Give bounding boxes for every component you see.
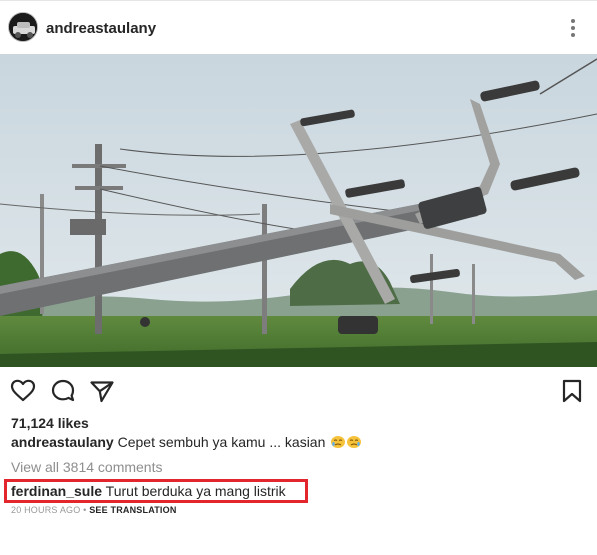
meta-separator: • <box>83 505 87 515</box>
share-icon[interactable] <box>89 378 115 404</box>
comment-item: ferdinan_sule Turut berduka ya mang list… <box>11 483 286 499</box>
bookmark-icon[interactable] <box>559 378 585 404</box>
post-meta: 20 HOURS AGO • SEE TRANSLATION <box>11 505 177 515</box>
post-header: andreastaulany <box>0 0 597 54</box>
post-author-username[interactable]: andreastaulany <box>46 20 156 37</box>
comment-icon[interactable] <box>50 378 76 404</box>
more-vertical-icon[interactable] <box>563 15 583 41</box>
comment-username[interactable]: ferdinan_sule <box>11 483 102 499</box>
view-all-comments-link[interactable]: View all 3814 comments <box>11 459 162 475</box>
crying-face-icon <box>331 436 346 448</box>
post-photo[interactable] <box>0 54 597 367</box>
like-count[interactable]: 71,124 likes <box>11 415 89 431</box>
heart-icon[interactable] <box>10 378 36 404</box>
caption-username[interactable]: andreastaulany <box>11 434 114 450</box>
see-translation-link[interactable]: SEE TRANSLATION <box>89 505 176 515</box>
post-caption: andreastaulany Cepet sembuh ya kamu ... … <box>11 434 362 450</box>
comment-text: Turut berduka ya mang listrik <box>105 483 286 499</box>
caption-text: Cepet sembuh ya kamu ... kasian <box>117 434 326 450</box>
crying-face-icon <box>347 436 362 448</box>
avatar[interactable] <box>8 12 38 42</box>
post-timestamp: 20 HOURS AGO <box>11 505 81 515</box>
post-action-bar <box>0 367 597 413</box>
